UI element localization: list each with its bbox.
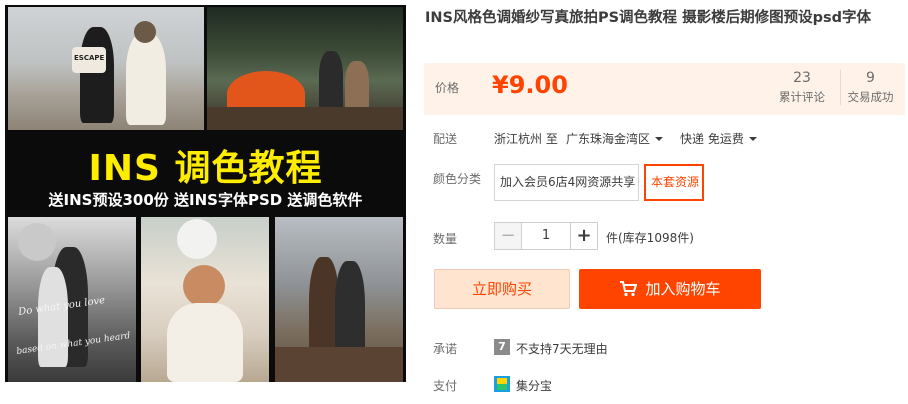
photo-couple-with-sign: ESCAPE [8, 7, 204, 130]
reviews-count: 23 [793, 70, 811, 86]
shipping-method-dropdown[interactable]: 快递 免运费 [680, 130, 757, 147]
escape-sign-text: ESCAPE [74, 54, 105, 62]
quantity-label: 数量 [433, 232, 458, 246]
banner-subtitle: 送INS预设300份 送INS字体PSD 送调色软件 [48, 191, 363, 209]
payment-label: 支付 [433, 379, 458, 393]
chevron-down-icon [655, 137, 664, 141]
photo-bride-with-flower-crown [141, 217, 269, 382]
sku-option-this-set[interactable]: 本套资源 [644, 164, 704, 201]
payment-method-icon [494, 376, 510, 392]
deals-count: 9 [866, 70, 875, 86]
buy-now-button[interactable]: 立即购买 [434, 269, 570, 309]
promise-text: 不支持7天无理由 [516, 342, 608, 356]
product-main-image[interactable]: ESCAPE INS 调色教程 送INS预设300份 送INS字体PSD 送调色… [5, 5, 406, 382]
product-title: INS风格色调婚纱写真旅拍PS调色教程 摄影楼后期修图预设psd字体 [425, 10, 871, 26]
promo-banner: INS 调色教程 送INS预设300份 送INS字体PSD 送调色软件 [5, 133, 406, 215]
shopping-cart-icon [619, 272, 638, 312]
quantity-input[interactable]: 1 [521, 222, 571, 250]
price-panel: 价格 ¥9.00 23 累计评论 9 交易成功 [424, 63, 905, 115]
banner-title: INS 调色教程 [88, 148, 323, 189]
sku-label: 颜色分类 [433, 172, 482, 186]
chevron-down-icon [748, 137, 757, 141]
promise-label: 承诺 [433, 342, 458, 356]
add-to-cart-button[interactable]: 加入购物车 [579, 269, 761, 309]
shipping-destination-dropdown[interactable]: 广东珠海金湾区 [566, 130, 664, 147]
payment-text: 集分宝 [516, 379, 553, 393]
stock-text: 件(库存1098件) [606, 231, 694, 245]
price-label: 价格 [435, 81, 460, 95]
reviews-stat[interactable]: 23 累计评论 [774, 70, 830, 105]
shipping-from: 浙江杭州 至 [494, 132, 558, 146]
add-to-cart-label: 加入购物车 [645, 280, 721, 298]
price-value: ¥9.00 [492, 71, 568, 99]
shipping-destination: 广东珠海金湾区 [566, 132, 651, 146]
reviews-label: 累计评论 [779, 90, 825, 104]
shipping-label: 配送 [433, 132, 458, 146]
shipping-method: 快递 免运费 [680, 132, 744, 146]
deals-stat: 9 交易成功 [840, 70, 900, 105]
photo-couple-with-balloons: Do what you love based on what you heard [8, 217, 136, 382]
sku-option-membership[interactable]: 加入会员6店4网资源共享 [494, 164, 639, 201]
quantity-decrease-button[interactable]: − [494, 222, 522, 250]
photo-couple-with-tent [207, 7, 403, 130]
photo-couple-hiking [275, 217, 403, 382]
deals-label: 交易成功 [847, 90, 894, 104]
seven-day-return-icon: 7 [494, 339, 510, 355]
quantity-increase-button[interactable]: + [570, 222, 598, 250]
